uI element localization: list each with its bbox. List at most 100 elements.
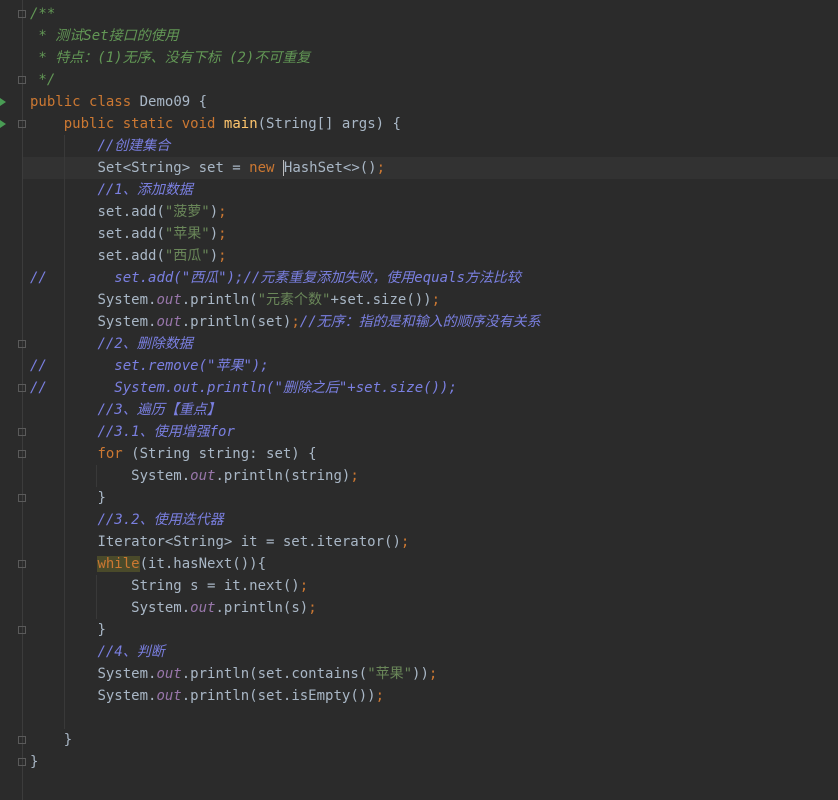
line-comment: //2、删除数据	[97, 336, 193, 352]
code-line-commented: // set.remove("苹果");	[30, 355, 541, 377]
fold-collapse-icon[interactable]	[18, 10, 26, 18]
code-text: set.isEmpty())	[257, 688, 376, 704]
code-text: )	[209, 204, 219, 220]
code-text: System.	[97, 292, 157, 308]
code-text: System.	[131, 468, 191, 484]
fold-collapse-icon[interactable]	[18, 340, 26, 348]
code-editor[interactable]: /** * 测试Set接口的使用 * 特点：(1)无序、没有下标 (2)不可重复…	[0, 0, 838, 800]
code-line: public class Demo09 {	[30, 91, 541, 113]
line-comment: set.add("西瓜");//元素重复添加失败，使用equals方法比较	[114, 270, 521, 286]
static-field: out	[156, 688, 182, 704]
code-line: //创建集合	[30, 135, 541, 157]
fold-collapse-icon[interactable]	[18, 450, 26, 458]
semicolon: ;	[218, 248, 227, 264]
line-comment: //4、判断	[97, 644, 165, 660]
keyword: void	[181, 116, 216, 132]
fold-collapse-icon[interactable]	[18, 428, 26, 436]
code-line: for (String string: set) {	[30, 443, 541, 465]
fold-collapse-icon[interactable]	[18, 736, 26, 744]
code-text: .println(	[215, 600, 292, 616]
fold-collapse-icon[interactable]	[18, 626, 26, 634]
doc-comment: /**	[30, 6, 56, 22]
fold-collapse-icon[interactable]	[18, 560, 26, 568]
code-text: ashSet<>()	[292, 160, 377, 176]
code-line: //2、删除数据	[30, 333, 541, 355]
code-text: (it.hasNext()){	[139, 556, 267, 572]
fold-collapse-icon[interactable]	[18, 76, 26, 84]
semicolon: ;	[428, 666, 438, 682]
code-line: */	[30, 69, 541, 91]
code-text: set.add(	[97, 226, 165, 242]
keyword: for	[97, 446, 123, 462]
code-line-current: Set<String> set = new HashSet<>();	[30, 157, 541, 179]
code-line: //3.1、使用增强for	[30, 421, 541, 443]
fold-collapse-icon[interactable]	[18, 758, 26, 766]
code-line: System.out.println(string);	[30, 465, 541, 487]
code-text: .println(	[181, 666, 258, 682]
code-line: set.add("西瓜");	[30, 245, 541, 267]
fold-collapse-icon[interactable]	[18, 494, 26, 502]
semicolon: ;	[431, 292, 441, 308]
static-field: out	[190, 468, 216, 484]
code-line: set.add("苹果");	[30, 223, 541, 245]
semicolon: ;	[308, 600, 317, 616]
keyword: public	[63, 116, 115, 132]
code-line-commented: // System.out.println("删除之后"+set.size())…	[30, 377, 541, 399]
semicolon: ;	[350, 468, 359, 484]
static-field: out	[156, 314, 182, 330]
code-line: String s = it.next();	[30, 575, 541, 597]
method-name: main	[223, 116, 258, 132]
code-line: }	[30, 487, 541, 509]
code-text: string)	[291, 468, 351, 484]
code-line: //3、遍历【重点】	[30, 399, 541, 421]
line-comment: //创建集合	[97, 138, 171, 154]
code-text: set.contains(	[257, 666, 368, 682]
line-comment-marker: //	[30, 358, 47, 374]
keyword: static	[122, 116, 174, 132]
fold-collapse-icon[interactable]	[18, 120, 26, 128]
brace: }	[97, 490, 106, 506]
doc-comment: * 测试Set接口的使用	[30, 28, 179, 44]
code-text: Iterator<String> it = set.iterator()	[97, 534, 401, 550]
static-field: out	[190, 600, 216, 616]
code-text: .println(	[181, 688, 258, 704]
code-text: ))	[412, 666, 429, 682]
code-line: System.out.println(s);	[30, 597, 541, 619]
semicolon: ;	[218, 226, 227, 242]
semicolon: ;	[291, 314, 300, 330]
semicolon: ;	[375, 688, 385, 704]
line-comment: //3.1、使用增强for	[97, 424, 235, 440]
run-class-icon[interactable]	[0, 98, 6, 106]
code-line-commented: // set.add("西瓜");//元素重复添加失败，使用equals方法比较	[30, 267, 541, 289]
code-text: System.	[131, 600, 191, 616]
line-comment: //3.2、使用迭代器	[97, 512, 224, 528]
run-main-icon[interactable]	[0, 120, 6, 128]
semicolon: ;	[400, 534, 410, 550]
brace: }	[63, 732, 73, 748]
line-comment: //1、添加数据	[97, 182, 193, 198]
code-text: Set<String> set =	[97, 160, 250, 176]
code-text: )	[209, 226, 219, 242]
code-text: set.add(	[97, 248, 165, 264]
code-line: while(it.hasNext()){	[30, 553, 541, 575]
fold-collapse-icon[interactable]	[18, 384, 26, 392]
code-line: //1、添加数据	[30, 179, 541, 201]
line-comment: //3、遍历【重点】	[97, 402, 221, 418]
brace: }	[30, 754, 39, 770]
line-comment: set.remove("苹果");	[114, 358, 269, 374]
code-line: }	[30, 751, 541, 773]
code-line: //4、判断	[30, 641, 541, 663]
keyword: new	[249, 160, 275, 176]
code-area[interactable]: /** * 测试Set接口的使用 * 特点：(1)无序、没有下标 (2)不可重复…	[30, 3, 541, 773]
keyword-highlighted: while	[97, 556, 140, 572]
code-text: String s = it.next()	[131, 578, 300, 594]
semicolon: ;	[299, 578, 309, 594]
code-text: .println(	[215, 468, 292, 484]
code-line: /**	[30, 3, 541, 25]
code-text: )	[209, 248, 219, 264]
brace: {	[190, 94, 208, 110]
code-line: }	[30, 619, 541, 641]
class-name: Demo09	[139, 94, 191, 110]
string-literal: "苹果"	[367, 666, 413, 682]
code-text: +set.size())	[330, 292, 432, 308]
